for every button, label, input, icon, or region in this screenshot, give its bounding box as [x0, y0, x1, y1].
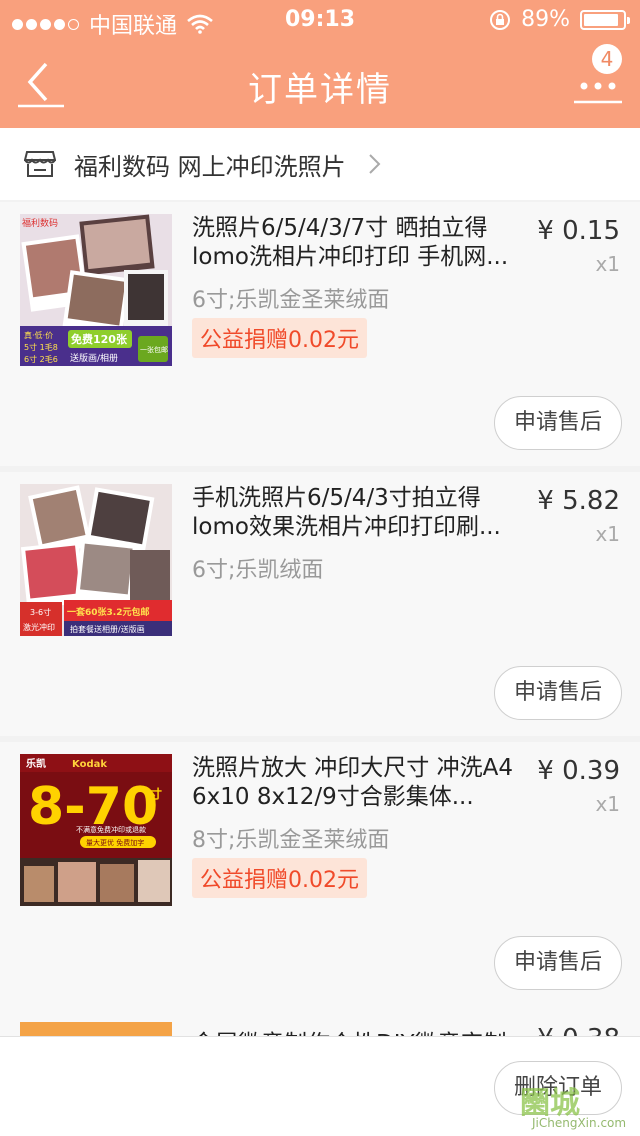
product-quantity: x1	[595, 522, 620, 546]
status-bar: 中国联通 09:13 89%	[0, 0, 640, 40]
svg-text:激光冲印: 激光冲印	[23, 622, 55, 632]
product-title[interactable]: 洗照片6/5/4/3/7寸 晒拍立得lomo洗相片冲印打印 手机网...	[192, 214, 532, 272]
store-icon	[24, 151, 56, 177]
svg-text:6寸 2毛6: 6寸 2毛6	[24, 354, 58, 364]
product-spec: 6寸;乐凯金圣莱绒面	[192, 288, 390, 313]
svg-text:真·低·价: 真·低·价	[24, 330, 53, 340]
svg-text:乐凯: 乐凯	[26, 757, 46, 770]
battery-icon	[580, 9, 630, 30]
svg-text:不满意免费冲印或退款: 不满意免费冲印或退款	[76, 825, 146, 834]
product-price: ¥ 0.15	[537, 216, 620, 246]
chevron-right-icon	[368, 154, 381, 174]
after-sale-button[interactable]: 申请售后	[494, 936, 622, 990]
after-sale-button[interactable]: 申请售后	[494, 666, 622, 720]
product-spec: 6寸;乐凯绒面	[192, 558, 324, 583]
order-item[interactable]: 3-6寸 激光冲印 一套60张3.2元包邮 拍套餐送相册/送版画 手机洗照片6/…	[0, 472, 640, 736]
product-thumbnail[interactable]: 3-6寸 激光冲印 一套60张3.2元包邮 拍套餐送相册/送版画	[20, 484, 172, 636]
svg-text:一套60张3.2元包邮: 一套60张3.2元包邮	[67, 606, 149, 618]
svg-text:免费120张: 免费120张	[71, 332, 128, 346]
order-item[interactable]: 乐凯 Kodak 8-70 寸 不满意免费冲印或退款 量大更优 免费加字 洗照片…	[0, 742, 640, 1006]
product-title[interactable]: 洗照片放大 冲印大尺寸 冲洗A4 6x10 8x12/9寸合影集体...	[192, 754, 532, 812]
svg-text:3-6寸: 3-6寸	[30, 607, 51, 617]
product-spec: 8寸;乐凯金圣莱绒面	[192, 828, 390, 853]
after-sale-button[interactable]: 申请售后	[494, 396, 622, 450]
brand-text: 福利数码	[22, 217, 58, 229]
product-title[interactable]: 手机洗照片6/5/4/3寸拍立得lomo效果洗相片冲印打印刷...	[192, 484, 532, 542]
shop-header[interactable]: 福利数码 网上冲印洗照片	[0, 128, 640, 200]
shop-name[interactable]: 福利数码 网上冲印洗照片	[74, 147, 346, 182]
orientation-lock-icon	[490, 9, 511, 30]
product-price: ¥ 5.82	[537, 486, 620, 516]
page-title: 订单详情	[248, 70, 392, 110]
donation-tag: 公益捐赠0.02元	[192, 318, 367, 358]
donation-tag: 公益捐赠0.02元	[192, 858, 367, 898]
svg-text:拍套餐送相册/送版画: 拍套餐送相册/送版画	[70, 624, 145, 634]
product-price: ¥ 0.39	[537, 756, 620, 786]
battery-percent: 89%	[521, 7, 570, 32]
svg-text:5寸 1毛8: 5寸 1毛8	[24, 342, 58, 352]
product-thumbnail[interactable]: 福利数码 真·低·价 5寸 1毛8 6寸 2毛6 免费120张 送版画/相册 一…	[20, 214, 172, 366]
order-item[interactable]: 福利数码 真·低·价 5寸 1毛8 6寸 2毛6 免费120张 送版画/相册 一…	[0, 202, 640, 466]
svg-text:寸: 寸	[150, 786, 162, 801]
product-thumbnail[interactable]: 乐凯 Kodak 8-70 寸 不满意免费冲印或退款 量大更优 免费加字	[20, 754, 172, 906]
svg-text:量大更优 免费加字: 量大更优 免费加字	[86, 838, 144, 847]
product-quantity: x1	[595, 792, 620, 816]
svg-text:送版画/相册: 送版画/相册	[70, 352, 118, 364]
svg-text:一张包邮: 一张包邮	[140, 345, 168, 354]
product-quantity: x1	[595, 252, 620, 276]
watermark-logo: 圞城 JiChengXin.com	[520, 1086, 627, 1130]
notification-badge: 4	[592, 44, 622, 74]
nav-bar: 订单详情 4	[0, 40, 640, 128]
svg-text:Kodak: Kodak	[72, 759, 107, 770]
